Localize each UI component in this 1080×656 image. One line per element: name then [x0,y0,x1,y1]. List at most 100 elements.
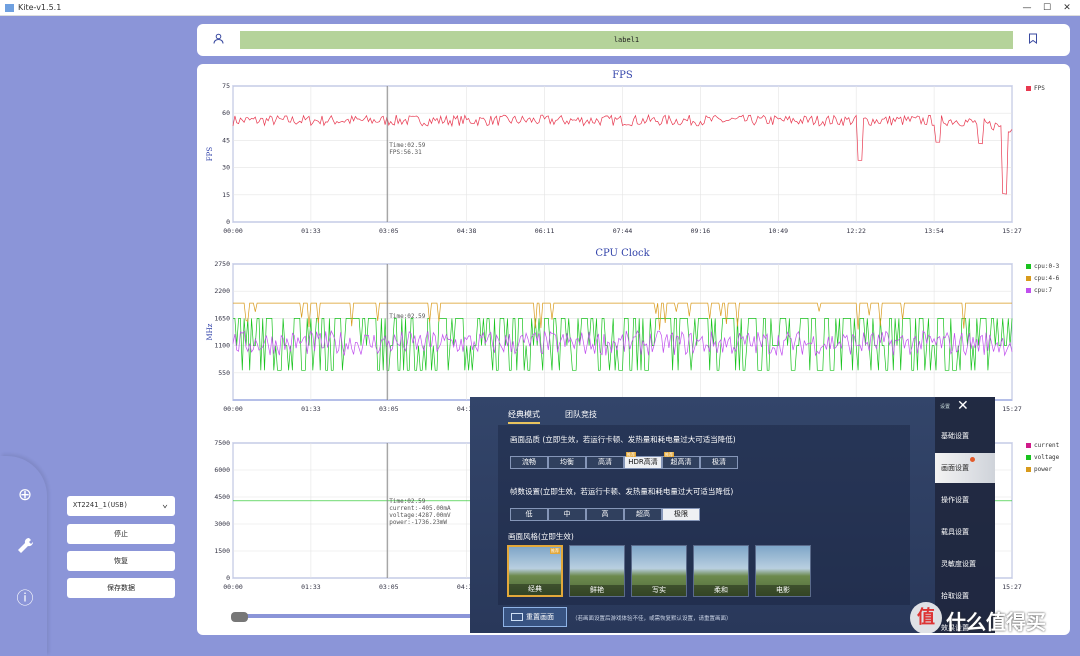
fps-option-0[interactable]: 低 [510,508,548,521]
fps-option-4[interactable]: 极限 [662,508,700,521]
legend-swatch-0-0 [1026,86,1031,91]
watermark-logo: 值 [910,602,942,634]
legend-swatch-1-0 [1026,264,1031,269]
y-tick-0-0: 0 [226,218,230,226]
tab-team-battle[interactable]: 团队竞技 [565,409,597,420]
timeline-slider[interactable] [232,614,472,618]
x-tick-0-4: 06:11 [535,227,555,235]
style-option-0[interactable]: 经典 推荐 [507,545,563,597]
quality-option-0[interactable]: 流畅 [510,456,548,469]
x-tick-0-9: 13:54 [924,227,944,235]
y-tick-0-5: 75 [222,82,230,90]
legend-label-1-1: cpu:4-6 [1034,275,1060,282]
x-tick-0-3: 04:38 [457,227,477,235]
settings-nav-0[interactable]: 基础设置 [935,421,995,451]
watermark-text: 什么值得买 [946,610,1046,634]
fps-options: 低中高超高 极限 [510,508,700,521]
x-tick-2-1: 01:33 [301,583,321,591]
chart-title-1: CPU Clock [595,248,650,259]
cursor-readout-2-2: voltage:4287.00mV [389,512,451,519]
legend-swatch-1-1 [1026,276,1031,281]
quality-option-4[interactable]: 超高清 推荐 [662,452,700,469]
x-tick-1-0: 00:00 [223,405,243,413]
cursor-readout-0-1: FPS:56.31 [389,149,422,156]
style-option-3[interactable]: 柔和 [693,545,749,597]
style-option-4[interactable]: 电影 [755,545,811,597]
x-tick-1-2: 03:05 [379,405,399,413]
chart-title-0: FPS [612,70,633,81]
cursor-readout-1-0: Time:02.59 [389,313,426,320]
game-settings-overlay: 经典模式 团队竞技 画面品质 (立即生效，若运行卡顿、发热量和耗电量过大可适当降… [470,397,995,633]
fps-option-1[interactable]: 中 [548,508,586,521]
legend-swatch-2-0 [1026,443,1031,448]
x-tick-0-2: 03:05 [379,227,399,235]
close-icon[interactable]: ✕ [957,398,969,414]
settings-nav-1[interactable]: 画面设置 [935,453,995,483]
fps-label: 帧数设置(立即生效，若运行卡顿、发热量和耗电量过大可适当降低) [510,487,734,496]
y-tick-0-4: 60 [222,109,230,117]
cursor-readout-2-3: power:-1736.23mW [389,519,447,526]
quality-option-5[interactable]: 极清 [700,456,738,469]
x-tick-0-0: 00:00 [223,227,243,235]
style-option-label: 写实 [632,585,686,596]
style-option-2[interactable]: 写实 [631,545,687,597]
game-settings-sidebar: 设置 ✕ 基础设置 画面设置 操作设置 载具设置 灵敏度设置 拾取设置 效果设置 [935,397,995,633]
y-tick-1-0: 550 [218,369,230,377]
y-tick-0-2: 30 [222,164,230,172]
x-tick-2-10: 15:27 [1002,583,1022,591]
quality-option-3[interactable]: HDR高清 推荐 [624,452,662,469]
y-tick-1-1: 1100 [214,342,230,350]
cursor-readout-2-1: current:-405.00mA [389,505,451,512]
legend-swatch-2-2 [1026,467,1031,472]
legend-label-2-2: power [1034,466,1052,473]
timeline-slider-knob[interactable] [231,612,248,622]
style-option-1[interactable]: 鲜艳 [569,545,625,597]
legend-swatch-1-2 [1026,288,1031,293]
settings-nav-3[interactable]: 载具设置 [935,517,995,547]
legend-label-1-2: cpu:7 [1034,287,1052,294]
y-tick-1-2: 1650 [214,314,230,322]
recommended-tag: 推荐 [664,452,674,457]
settings-nav-2[interactable]: 操作设置 [935,485,995,515]
cursor-readout-2-0: Time:02.59 [389,498,426,505]
legend-label-0-0: FPS [1034,85,1045,92]
legend-label-1-0: cpu:0-3 [1034,263,1060,270]
style-option-label: 柔和 [694,585,748,596]
style-option-label: 电影 [756,585,810,596]
x-tick-0-6: 09:16 [691,227,711,235]
legend-label-2-1: voltage [1034,454,1060,461]
y-axis-label-0: FPS [206,147,214,162]
quality-option-2[interactable]: 高清 [586,456,624,469]
x-tick-2-0: 00:00 [223,583,243,591]
reset-picture-label: 重置画面 [526,613,554,621]
settings-header: 设置 [940,404,951,410]
x-tick-1-1: 01:33 [301,405,321,413]
recommended-tag: 推荐 [626,452,636,457]
reset-note: （若画面设置后游戏体验不佳，或需恢复默认设置，请重置画面） [572,616,732,622]
quality-options: 流畅 均衡 高清 HDR高清 推荐 超高清 推荐 极清 [510,452,738,469]
quality-label: 画面品质 (立即生效，若运行卡顿、发热量和耗电量过大可适当降低) [510,435,736,444]
y-tick-1-3: 2200 [214,287,230,295]
quality-option-1[interactable]: 均衡 [548,456,586,469]
settings-nav-4[interactable]: 灵敏度设置 [935,549,995,579]
legend-label-2-0: current [1034,442,1060,449]
fps-option-3[interactable]: 超高 [624,508,662,521]
fps-option-2[interactable]: 高 [586,508,624,521]
y-axis-label-1: MHz [206,323,214,340]
notification-dot [970,457,975,462]
y-tick-2-0: 0 [226,574,230,582]
reset-picture-button[interactable]: 重置画面 [503,607,567,627]
x-tick-1-10: 15:27 [1002,405,1022,413]
legend-swatch-2-1 [1026,455,1031,460]
x-tick-0-5: 07:44 [613,227,633,235]
y-tick-2-5: 7500 [214,439,230,447]
recommended-tag: 推荐 [550,548,560,554]
y-tick-2-4: 6000 [214,466,230,474]
tab-classic-mode[interactable]: 经典模式 [508,409,540,424]
y-tick-1-4: 2750 [214,260,230,268]
style-options: 经典 推荐 鲜艳 写实 柔和 电影 [507,545,817,597]
style-option-label: 鲜艳 [570,585,624,596]
x-tick-0-7: 10:49 [769,227,789,235]
x-tick-0-10: 15:27 [1002,227,1022,235]
y-tick-0-3: 45 [222,136,230,144]
